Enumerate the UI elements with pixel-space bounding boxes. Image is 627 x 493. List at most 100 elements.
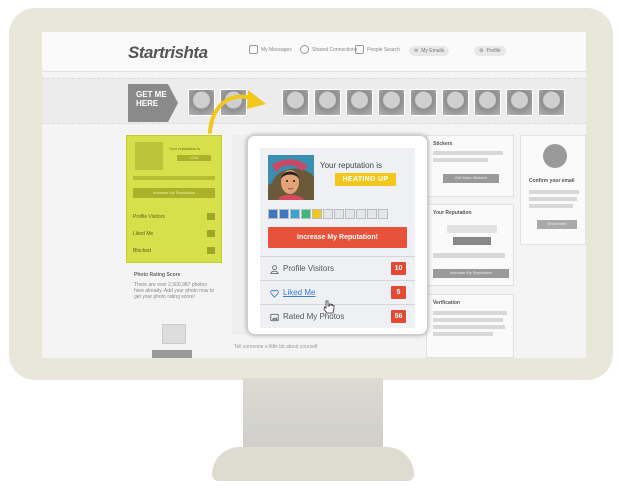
- blocked-row[interactable]: Blocked: [133, 247, 215, 254]
- emails-label: My Emails: [421, 48, 445, 54]
- site-logo[interactable]: Startrishta: [128, 43, 208, 63]
- envelope-icon: [543, 144, 567, 168]
- member-thumbnail[interactable]: [474, 89, 501, 116]
- get-me-here-button[interactable]: GET ME HERE: [128, 84, 178, 122]
- member-thumbnail[interactable]: [346, 89, 373, 116]
- gear-icon: ⚙: [479, 48, 484, 54]
- member-thumbnail[interactable]: [538, 89, 565, 116]
- heart-icon: [300, 45, 309, 54]
- count-badge: [207, 247, 215, 254]
- reputation-meter: [433, 253, 505, 258]
- increase-reputation-button[interactable]: Increase My Reputation!: [268, 227, 407, 248]
- placeholder-line: [433, 332, 493, 336]
- increase-reputation-button-secondary[interactable]: Increase My Reputation: [433, 269, 509, 278]
- placeholder-line: [529, 190, 579, 194]
- profile-label: Profile: [486, 48, 501, 54]
- avatar: [135, 142, 163, 170]
- avatar[interactable]: [268, 155, 314, 200]
- placeholder-line: [433, 311, 507, 315]
- reputation-popup: Your reputation is HEATING UP Increase M…: [247, 135, 428, 335]
- liked-me-link[interactable]: Liked Me: [283, 288, 315, 297]
- placeholder-line: [433, 158, 488, 162]
- stickers-card: Stickers Get More Stickers: [426, 135, 514, 197]
- liked-me-row[interactable]: Liked Me: [133, 230, 215, 237]
- emails-menu[interactable]: ✉ My Emails: [409, 46, 450, 56]
- placeholder-line: [529, 204, 573, 208]
- confirm-email-title: Confirm your email: [529, 178, 575, 184]
- about-prompt: Tell someone a little bit about yourself: [234, 344, 318, 350]
- verification-card: Verification: [426, 294, 514, 358]
- nav-messages[interactable]: My Messages: [249, 45, 292, 54]
- meter-segment: [345, 209, 355, 219]
- meter-segment: [378, 209, 388, 219]
- row-label: Profile Visitors: [133, 214, 165, 220]
- rated-photos-label: Rated My Photos: [283, 312, 345, 321]
- row-label: Liked Me: [133, 231, 154, 237]
- add-photo-button[interactable]: [152, 350, 192, 358]
- row-label: Blocked: [133, 248, 151, 254]
- photo-rating-title: Photo Rating Score: [134, 272, 181, 278]
- member-thumbnail[interactable]: [378, 89, 405, 116]
- monitor-base: [212, 447, 414, 481]
- member-thumbnail[interactable]: [282, 89, 309, 116]
- reputation-level-box: [447, 225, 497, 233]
- reputation-label: Your reputation is: [320, 161, 382, 170]
- rated-photos-count: 56: [391, 310, 406, 323]
- placeholder-line: [433, 318, 503, 322]
- meter-segment: [301, 209, 311, 219]
- placeholder-line: [433, 151, 503, 155]
- status-badge: LOW: [177, 155, 211, 161]
- meter-segment: [356, 209, 366, 219]
- count-badge: [207, 230, 215, 237]
- confirm-email-card: Confirm your email Email sent: [520, 135, 586, 245]
- verification-title: Verification: [433, 300, 460, 306]
- add-photo-icon[interactable]: [162, 324, 186, 344]
- placeholder-line: [433, 325, 505, 329]
- placeholder-line: [529, 197, 577, 201]
- liked-me-row[interactable]: Liked Me 5: [260, 280, 415, 304]
- count-badge: [207, 213, 215, 220]
- member-thumbnail[interactable]: [506, 89, 533, 116]
- profile-visitors-row[interactable]: Profile Visitors 10: [260, 256, 415, 280]
- reputation-label: Your reputation is: [169, 146, 200, 151]
- profile-visitors-count: 10: [391, 262, 406, 275]
- increase-reputation-button[interactable]: Increase My Reputation: [133, 188, 215, 198]
- member-thumbnail[interactable]: [410, 89, 437, 116]
- photo-rating-text: There are over 2,500,987 photos here alr…: [134, 282, 214, 300]
- email-sent-button[interactable]: Email sent: [537, 220, 577, 229]
- meter-segment: [268, 209, 278, 219]
- stickers-title: Stickers: [433, 141, 453, 147]
- messages-icon: [249, 45, 258, 54]
- meter-segment: [323, 209, 333, 219]
- nav-connections[interactable]: Shared Connections: [300, 45, 357, 54]
- rated-photos-row[interactable]: Rated My Photos 56: [260, 304, 415, 328]
- get-more-stickers-button[interactable]: Get More Stickers: [443, 174, 499, 183]
- your-reputation-title: Your Reputation: [433, 210, 472, 216]
- profile-visitors-row[interactable]: Profile Visitors: [133, 213, 215, 220]
- profile-card-edge: [232, 135, 248, 335]
- meter-segment: [367, 209, 377, 219]
- member-thumbnail[interactable]: [314, 89, 341, 116]
- your-reputation-card: Your Reputation Increase My Reputation: [426, 204, 514, 286]
- liked-me-count: 5: [391, 286, 406, 299]
- meter-segment: [279, 209, 289, 219]
- reputation-meter: [268, 209, 388, 219]
- reputation-status-badge: HEATING UP: [335, 173, 396, 186]
- profile-menu[interactable]: ⚙ Profile: [474, 46, 506, 56]
- reputation-level-badge: [453, 237, 491, 245]
- mail-icon: ✉: [414, 48, 419, 54]
- site-header: Startrishta My Messages Shared Connectio…: [42, 32, 586, 72]
- nav-search[interactable]: People Search: [355, 45, 400, 54]
- reputation-widget-highlighted: Your reputation is LOW Increase My Reput…: [126, 135, 222, 263]
- nav-messages-label: My Messages: [261, 46, 292, 53]
- reputation-popup-panel: Your reputation is HEATING UP Increase M…: [260, 148, 415, 328]
- nav-connections-label: Shared Connections: [312, 46, 358, 53]
- meter-segment: [334, 209, 344, 219]
- reputation-meter: [133, 176, 215, 180]
- meter-segment: [312, 209, 322, 219]
- featured-photo-strip: GET ME HERE: [42, 78, 586, 124]
- member-thumbnail[interactable]: [442, 89, 469, 116]
- search-icon: [355, 45, 364, 54]
- hand-cursor-icon: [323, 300, 335, 314]
- heart-icon: [270, 289, 279, 298]
